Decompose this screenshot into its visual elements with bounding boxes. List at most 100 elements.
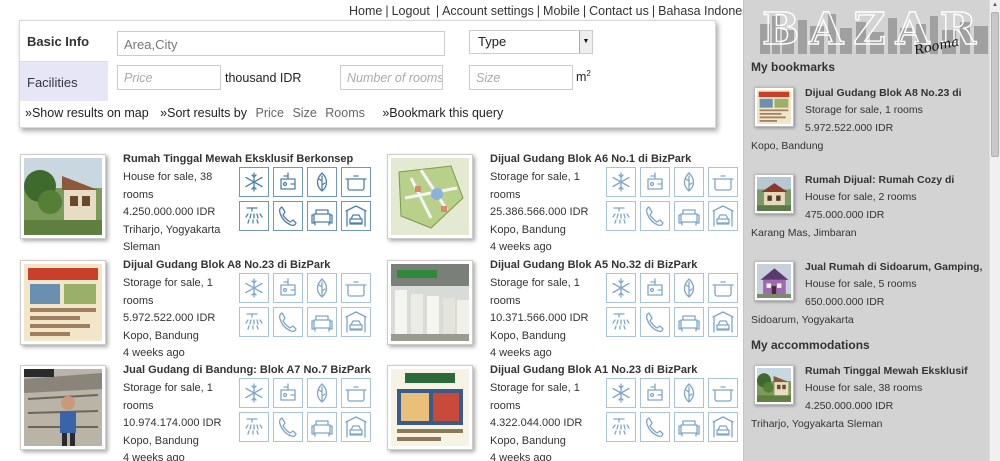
listing-card[interactable]: Jual Gudang di Bandung: Blok A7 No.7 Biz…: [19, 364, 374, 461]
tab-facilities[interactable]: Facilities: [20, 61, 108, 101]
site-logo[interactable]: BAZAR Rooma: [758, 4, 990, 54]
hotwater-heater-icon: [273, 378, 303, 408]
nav-separator: |: [435, 4, 440, 18]
listing-details: Storage for sale, 1 rooms 5.972.522.000 I…: [123, 275, 238, 363]
listing-thumbnail[interactable]: [20, 260, 106, 345]
sort-by-label: »Sort results by: [160, 106, 248, 120]
shower-icon: [239, 412, 269, 442]
listing-title[interactable]: Dijual Gudang Blok A1 No.23 di BizPark: [490, 364, 697, 376]
nav-separator: |: [651, 4, 656, 18]
listing-location: Kopo, Bandung: [490, 329, 566, 342]
bookmark-description: Storage for sale, 1 rooms: [805, 104, 923, 116]
tab-basic-info[interactable]: Basic Info: [20, 21, 108, 61]
show-on-map-link[interactable]: »Show results on map: [25, 106, 149, 120]
rooms-input[interactable]: Number of rooms: [340, 65, 443, 90]
sofa-furnished-icon: [307, 201, 337, 231]
listing-thumbnail[interactable]: [387, 365, 473, 450]
size-unit-label: m2: [576, 69, 591, 84]
bookmark-thumbnail[interactable]: [754, 365, 794, 405]
bookmark-title[interactable]: Rumah Dijual: Rumah Cozy di: [805, 174, 954, 186]
listing-location: Kopo, Bandung: [490, 223, 566, 236]
thumbnail-image: [24, 158, 102, 235]
telephone-icon: [273, 307, 303, 337]
telephone-icon: [640, 412, 670, 442]
page: Home | Logout | Account settings | Mobile | Cont…: [0, 0, 1000, 461]
scroll-up-arrow-icon[interactable]: ▲: [990, 0, 1000, 10]
nav-logout-link[interactable]: Logout: [392, 4, 430, 18]
listing-card[interactable]: Dijual Gudang Blok A1 No.23 di BizPark St…: [386, 364, 741, 461]
price-input[interactable]: Price: [117, 65, 221, 90]
listing-thumbnail[interactable]: [20, 365, 106, 450]
listing-title[interactable]: Dijual Gudang Blok A8 No.23 di BizPark: [123, 259, 330, 271]
listing-thumbnail[interactable]: [20, 154, 106, 239]
thumbnail-image: [24, 264, 102, 341]
area-city-input[interactable]: Area,City: [117, 31, 445, 56]
bookmark-thumbnail[interactable]: [754, 261, 794, 301]
listing-card[interactable]: Dijual Gudang Blok A6 No.1 di BizPark Sto…: [386, 153, 741, 253]
nav-home-link[interactable]: Home: [349, 4, 382, 18]
shower-icon: [239, 201, 269, 231]
listing-title[interactable]: Dijual Gudang Blok A5 No.32 di BizPark: [490, 259, 697, 271]
chevron-down-icon[interactable]: ▼: [579, 31, 592, 53]
shower-icon: [606, 412, 636, 442]
hotwater-heater-icon: [273, 273, 303, 303]
size-input[interactable]: Size: [469, 65, 573, 90]
listing-description: House for sale, 38 rooms: [123, 171, 213, 201]
listing-description: Storage for sale, 1 rooms: [123, 382, 213, 412]
bookmark-item[interactable]: Jual Rumah di Sidoarum, Gamping, House fo…: [751, 261, 991, 341]
nav-mobile-link[interactable]: Mobile: [543, 4, 580, 18]
listing-card[interactable]: Dijual Gudang Blok A8 No.23 di BizPark St…: [19, 259, 374, 359]
listing-age: 4 weeks ago: [123, 452, 185, 461]
bookmark-thumbnail[interactable]: [754, 174, 794, 214]
bookmark-price: 5.972.522.000 IDR: [805, 122, 894, 134]
bookmark-title[interactable]: Dijual Gudang Blok A8 No.23 di: [805, 87, 962, 99]
bookmark-query-link[interactable]: »Bookmark this query: [382, 106, 503, 120]
bookmark-location: Karang Mas, Jimbaran: [751, 227, 857, 239]
garden-leaf-icon: [307, 167, 337, 197]
listing-description: Storage for sale, 1 rooms: [490, 171, 580, 201]
listing-title[interactable]: Jual Gudang di Bandung: Blok A7 No.7 Biz…: [123, 364, 371, 376]
listing-thumbnail[interactable]: [387, 260, 473, 345]
garden-leaf-icon: [307, 273, 337, 303]
shower-icon: [606, 201, 636, 231]
bookmark-title[interactable]: Rumah Tinggal Mewah Eksklusif: [805, 365, 968, 377]
sort-rooms-link[interactable]: Rooms: [325, 106, 365, 120]
bookmark-title[interactable]: Jual Rumah di Sidoarum, Gamping,: [805, 261, 982, 273]
bookmark-description: House for sale, 38 rooms: [805, 382, 923, 394]
scroll-thumb[interactable]: [991, 12, 999, 157]
bookmark-location: Triharjo, Yogyakarta Sleman: [751, 418, 883, 430]
scrollbar[interactable]: ▲: [989, 0, 1000, 461]
nav-account-settings-link[interactable]: Account settings: [442, 4, 534, 18]
thumbnail-image: [391, 369, 469, 446]
sofa-furnished-icon: [307, 412, 337, 442]
garden-leaf-icon: [674, 378, 704, 408]
telephone-icon: [640, 201, 670, 231]
bookmark-thumbnail[interactable]: [754, 87, 794, 127]
nav-separator: |: [385, 4, 389, 18]
bookmark-location: Sidoarum, Yogyakarta: [751, 314, 854, 326]
size-unit-text: m: [576, 70, 587, 85]
garden-leaf-icon: [674, 167, 704, 197]
nav-contact-link[interactable]: Contact us: [589, 4, 649, 18]
bookmark-item[interactable]: Rumah Dijual: Rumah Cozy di House for sal…: [751, 174, 991, 254]
listing-card[interactable]: Rumah Tinggal Mewah Eksklusif Berkonsep H…: [19, 153, 374, 253]
shower-icon: [239, 307, 269, 337]
sofa-furnished-icon: [307, 307, 337, 337]
kitchen-pot-icon: [341, 167, 371, 197]
listing-thumbnail[interactable]: [387, 154, 473, 239]
listing-card[interactable]: Dijual Gudang Blok A5 No.32 di BizPark St…: [386, 259, 741, 359]
thumbnail-image: [757, 368, 791, 402]
accommodation-item[interactable]: Rumah Tinggal Mewah Eksklusif House for s…: [751, 365, 991, 445]
thumbnail-image: [24, 369, 102, 446]
bookmark-item[interactable]: Dijual Gudang Blok A8 No.23 di Storage fo…: [751, 87, 991, 167]
sofa-furnished-icon: [674, 307, 704, 337]
listing-title[interactable]: Dijual Gudang Blok A6 No.1 di BizPark: [490, 153, 691, 165]
type-select[interactable]: Type ▼: [469, 30, 593, 54]
listing-title[interactable]: Rumah Tinggal Mewah Eksklusif Berkonsep: [123, 153, 353, 165]
listing-details: Storage for sale, 1 rooms 10.371.566.000 …: [490, 275, 605, 363]
sort-price-link[interactable]: Price: [256, 106, 284, 120]
telephone-icon: [273, 201, 303, 231]
kitchen-pot-icon: [708, 378, 738, 408]
listing-location: Kopo, Bandung: [123, 434, 199, 447]
sort-size-link[interactable]: Size: [292, 106, 316, 120]
